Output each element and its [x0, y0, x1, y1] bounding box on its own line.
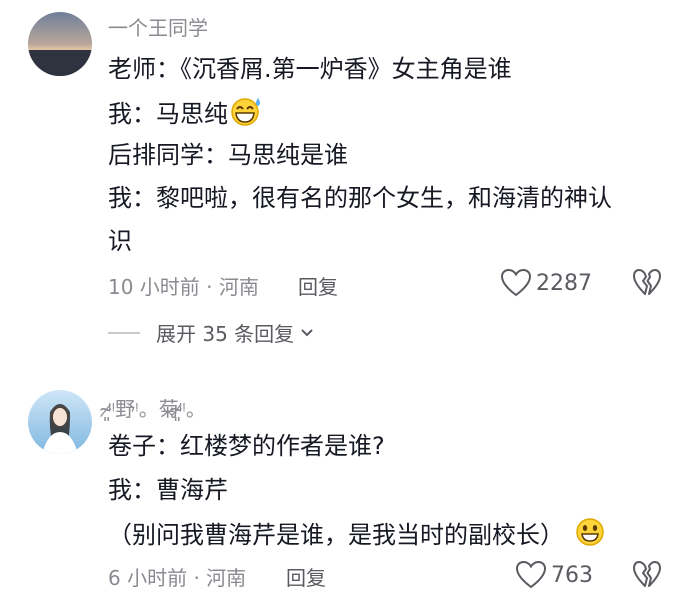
- comment-text-line: 我：马思纯: [108, 96, 264, 134]
- avatar-image: [28, 390, 92, 454]
- like-button[interactable]: 763: [515, 560, 593, 590]
- comment-text-line: 我：曹海芹: [108, 476, 228, 504]
- like-count: 763: [551, 562, 593, 588]
- expand-replies-button[interactable]: 展开 35 条回复: [108, 318, 316, 347]
- broken-heart-icon: [633, 561, 661, 587]
- chevron-down-icon: [301, 328, 313, 336]
- comment-text: （别问我曹海芹是谁，是我当时的副校长）: [108, 521, 564, 549]
- comment-item: 一个王同学 老师：《沉香屑.第一炉香》女主角是谁 我：马思纯 后排同学：马思纯是…: [0, 0, 690, 360]
- dislike-button[interactable]: [632, 560, 662, 594]
- grinning-emoji-icon: [574, 517, 606, 555]
- grinning-sweat-emoji-icon: [230, 96, 264, 134]
- comment-meta: 6 小时前 · 河南: [108, 566, 247, 590]
- comment-text-line: 卷子：红楼梦的作者是谁?: [108, 432, 385, 460]
- comment-meta: 10 小时前 · 河南: [108, 275, 259, 299]
- comment-text: 我：马思纯: [108, 100, 228, 128]
- heart-outline-icon: [500, 268, 532, 297]
- divider: [108, 331, 140, 334]
- avatar[interactable]: [28, 12, 92, 76]
- avatar-image: [28, 12, 92, 76]
- dislike-button[interactable]: [632, 268, 662, 302]
- comment-text-line: 我：黎吧啦，很有名的那个女生，和海清的神认: [108, 184, 612, 212]
- like-count: 2287: [536, 270, 592, 296]
- avatar[interactable]: [28, 390, 92, 454]
- comment-text-line: 识: [108, 227, 132, 255]
- broken-heart-icon: [633, 269, 661, 295]
- comment-text-line: （别问我曹海芹是谁，是我当时的副校长）: [108, 517, 606, 555]
- reply-button[interactable]: 回复: [298, 271, 338, 300]
- comment-text-line: 后排同学：马思纯是谁: [108, 141, 348, 169]
- comment-item: ᵎ̴̷͈ᵎ野ᵎ。菊ᵎ̴̷͈ᵎ。 卷子：红楼梦的作者是谁? 我：曹海芹 （别问我曹…: [0, 380, 690, 593]
- username[interactable]: 一个王同学: [108, 12, 208, 41]
- heart-outline-icon: [515, 560, 547, 589]
- expand-replies-label: 展开 35 条回复: [156, 322, 295, 346]
- username[interactable]: ᵎ̴̷͈ᵎ野ᵎ。菊ᵎ̴̷͈ᵎ。: [108, 393, 206, 422]
- like-button[interactable]: 2287: [500, 268, 592, 298]
- comment-text-line: 老师：《沉香屑.第一炉香》女主角是谁: [108, 55, 512, 83]
- reply-button[interactable]: 回复: [286, 562, 326, 591]
